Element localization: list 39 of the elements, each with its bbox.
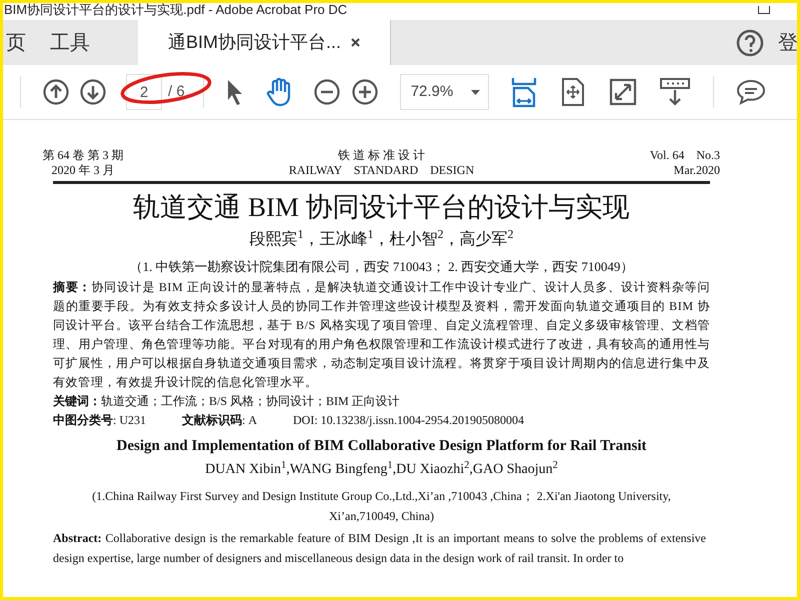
download-icon[interactable] bbox=[658, 77, 691, 107]
arrow-up-icon[interactable] bbox=[43, 79, 69, 105]
page-count: / 6 bbox=[168, 82, 185, 102]
journal-name: RAILWAY STANDARD DESIGN bbox=[288, 163, 474, 178]
window-title: BIM协同设计平台的设计与实现.pdf - Adobe Acrobat Pro DC bbox=[4, 2, 348, 18]
tab[interactable]: 工具 bbox=[38, 20, 102, 65]
classification-text: 中图分类号: U231 bbox=[53, 412, 146, 429]
issue-info: Mar.2020 bbox=[674, 163, 720, 178]
article-title: 轨道交通 BIM 协同设计平台的设计与实现 bbox=[133, 191, 630, 224]
classification-text: 文献标识码: A bbox=[182, 412, 257, 429]
journal-name: 铁 道 标 准 设 计 bbox=[338, 148, 425, 163]
zoom-dropdown[interactable]: 72.9% bbox=[400, 74, 489, 110]
issue-info: 2020 年 3 月 bbox=[52, 163, 114, 178]
classification-text: DOI: 10.13238/j.issn.1004-2954.201905080004 bbox=[293, 412, 524, 429]
close-icon[interactable] bbox=[351, 38, 360, 47]
tab[interactable]: 页 bbox=[0, 20, 38, 65]
zoom-in-icon[interactable] bbox=[352, 79, 378, 105]
issue-info: Vol. 64 No.3 bbox=[650, 148, 720, 163]
pointer-icon[interactable] bbox=[226, 78, 244, 106]
fit-width-icon[interactable] bbox=[510, 76, 537, 108]
sign-in-link[interactable]: 登 bbox=[778, 28, 800, 58]
zoom-out-icon[interactable] bbox=[314, 79, 340, 105]
keywords-text: 关键词：轨道交通；工作流；B/S 风格；协同设计；BIM 正向设计 bbox=[53, 393, 401, 410]
abstract-text: 摘要：协同设计是 BIM 正向设计的显著特点，是解决轨道交通设计工作中设计专业广、设计人员多、设计资料杂等问题的重要手段。为有效支持众多设计人员的协同工作并管理这些设计模型及资料，需开发面向轨道交通项目的 BIM 协同设计平台。该平台结合工作流思想，基于 B/S 风格实现了项目管理、自定义流程管理、自定义多级审核管理、文档管理、用户管理、角色管理等功能。平台对现有的用户角色权限管理和工作流设计模式进行了改进，具有较高的通用性与可扩展性，用户可以根据自身轨道交通项目需求，动态制定项目设计流程。将贯穿于项目设计周期内的信息进行集中及有效管理，有效提升设计院的信息化管理水平。 bbox=[53, 279, 710, 391]
tab[interactable]: 通BIM协同设计平台... bbox=[138, 20, 392, 65]
caret-icon bbox=[470, 90, 480, 94]
full-screen-icon[interactable] bbox=[608, 78, 637, 106]
english-affiliation-text: (1.China Railway First Survey and Design Institute Group Co.,Ltd.,Xi’an ,710043 ,China； 2.Xi'an Jiaotong University, Xi’an,710049, China) bbox=[91, 488, 672, 525]
help-icon[interactable] bbox=[736, 28, 764, 56]
author-list: 段熙宾$^{1}$，王冰峰$^{1}$，杜小智$^{2}$，高少军$^{2}$ bbox=[250, 230, 514, 250]
comment-icon[interactable] bbox=[736, 78, 766, 106]
english-title: Design and Implementation of BIM Collaborative Design Platform for Rail Transit bbox=[116, 437, 646, 456]
english-abstract-text: Abstract: Collaborative design is the remarkable feature of BIM Design ,It is an important means to solve the problems of extensive design expertise, large number of designers and miscellaneous design data in the design work of rail transit. In order to bbox=[53, 530, 706, 567]
affiliation-text: （1. 中铁第一勘察设计院集团有限公司，西安 710043； 2. 西安交通大学，西安 710049） bbox=[130, 258, 634, 276]
page-number-field[interactable]: 2 bbox=[126, 74, 162, 110]
arrow-down-icon[interactable] bbox=[80, 79, 106, 105]
issue-info: 第 64 卷 第 3 期 bbox=[42, 148, 124, 163]
english-author-list: DUAN Xibin$^{1}$,WANG Bingfeng$^{1}$,DU Xiaozhi$^{2}$,GAO Shaojun$^{2}$ bbox=[205, 460, 558, 480]
fit-page-icon[interactable] bbox=[560, 77, 585, 107]
